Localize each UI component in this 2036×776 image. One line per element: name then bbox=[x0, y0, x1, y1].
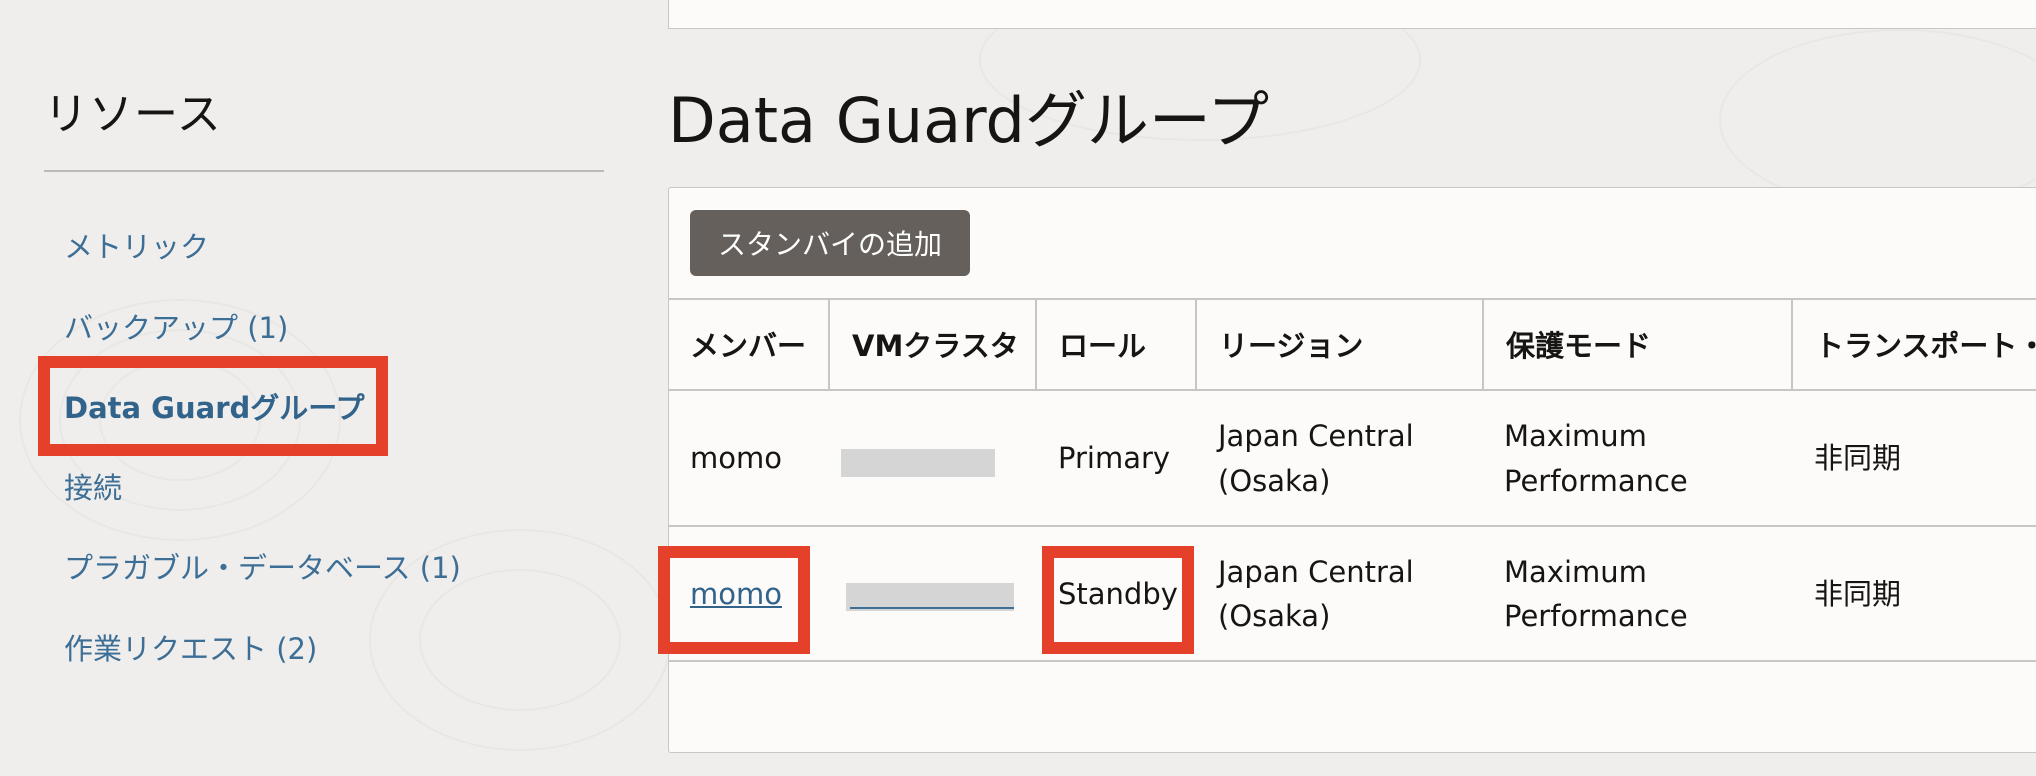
sidebar-item-connections[interactable]: 接続 bbox=[64, 465, 122, 507]
column-header-region[interactable]: リージョン bbox=[1197, 298, 1481, 390]
column-header-transport-type[interactable]: トランスポート・タ bbox=[1793, 298, 2036, 390]
protection-mode-line1: Maximum bbox=[1504, 555, 1647, 589]
transport-type-value: 非同期 bbox=[1814, 441, 1902, 475]
region-line2: (Osaka) bbox=[1218, 464, 1331, 498]
highlight-box-role bbox=[1042, 546, 1194, 654]
region-line2: (Osaka) bbox=[1218, 599, 1331, 633]
sidebar-item-work-requests[interactable]: 作業リクエスト (2) bbox=[64, 626, 317, 668]
role-value: Primary bbox=[1058, 441, 1171, 475]
column-header-vm-cluster[interactable]: VMクラスタ bbox=[830, 298, 1036, 390]
protection-mode-line1: Maximum bbox=[1504, 419, 1647, 453]
sidebar-title: リソース bbox=[44, 89, 222, 140]
column-header-member[interactable]: メンバー bbox=[668, 298, 828, 390]
vm-cluster-link-underline bbox=[850, 607, 1014, 609]
highlight-box-member bbox=[658, 546, 810, 654]
region-line1: Japan Central bbox=[1218, 419, 1414, 453]
member-name: momo bbox=[690, 441, 782, 475]
sidebar-divider bbox=[44, 170, 604, 172]
column-header-role[interactable]: ロール bbox=[1037, 298, 1195, 390]
highlight-box-sidebar bbox=[38, 356, 388, 456]
protection-mode-line2: Performance bbox=[1504, 464, 1688, 498]
sidebar-item-backups[interactable]: バックアップ (1) bbox=[64, 305, 288, 347]
table-header-border bbox=[668, 389, 2036, 391]
transport-type-value: 非同期 bbox=[1814, 577, 1902, 611]
page-title: Data Guardグループ bbox=[668, 84, 1270, 157]
region-line1: Japan Central bbox=[1218, 555, 1414, 589]
add-standby-button[interactable]: スタンバイの追加 bbox=[690, 210, 970, 276]
sidebar-item-pluggable-databases[interactable]: プラガブル・データベース (1) bbox=[64, 545, 461, 587]
row-separator bbox=[668, 660, 2036, 662]
column-header-protection-mode[interactable]: 保護モード bbox=[1484, 298, 1790, 390]
protection-mode-line2: Performance bbox=[1504, 599, 1688, 633]
row-separator bbox=[668, 525, 2036, 527]
redacted-vm-cluster bbox=[841, 449, 995, 477]
top-card-edge bbox=[668, 0, 2036, 29]
sidebar-item-metrics[interactable]: メトリック bbox=[64, 224, 209, 266]
